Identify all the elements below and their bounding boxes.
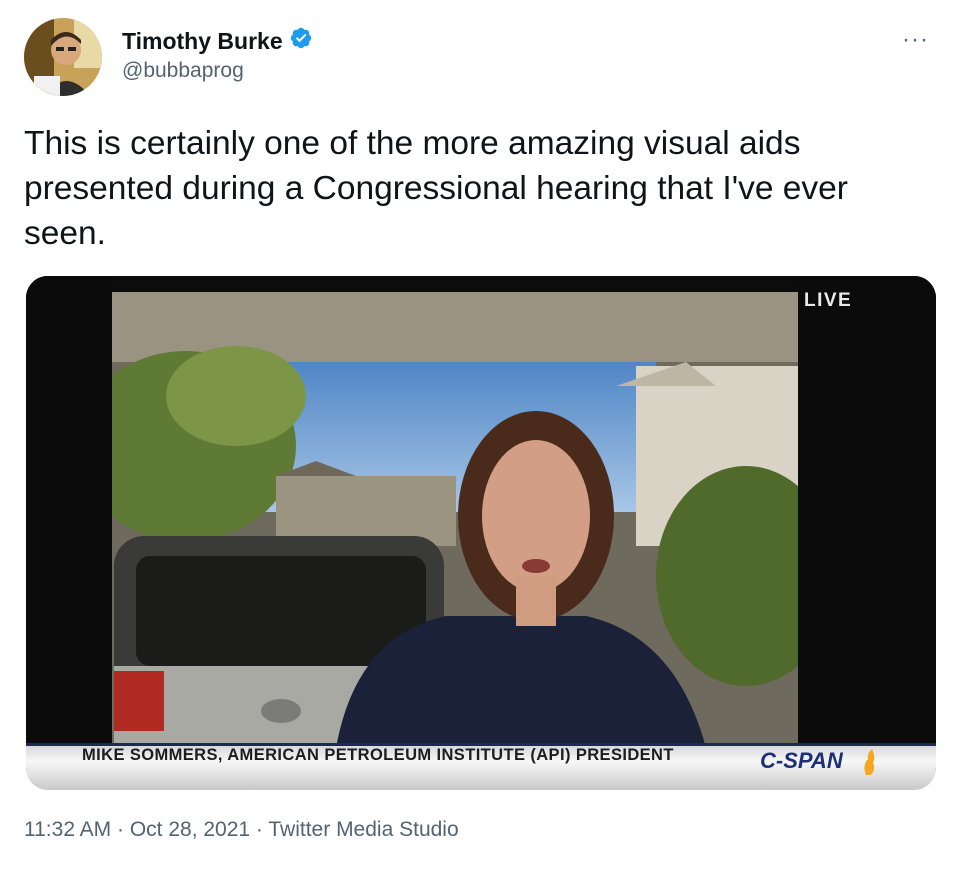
avatar-image <box>24 18 102 96</box>
author-name-row[interactable]: Timothy Burke <box>122 26 313 55</box>
more-options-icon[interactable]: ··· <box>902 28 929 52</box>
tweet-source: Twitter Media Studio <box>268 818 459 841</box>
avatar[interactable] <box>24 18 102 96</box>
tweet-date[interactable]: Oct 28, 2021 <box>130 818 250 841</box>
tweet-time[interactable]: 11:32 AM <box>24 818 111 841</box>
lower-third-caption: MIKE SOMMERS, AMERICAN PETROLEUM INSTITU… <box>82 746 674 764</box>
cspan-logo: C-SPAN <box>760 748 843 773</box>
meta-separator: · <box>111 818 130 841</box>
verified-badge-icon <box>289 26 313 55</box>
video-frame <box>26 276 936 788</box>
live-badge: LIVE <box>804 290 853 311</box>
video-player[interactable] <box>26 276 936 788</box>
author-handle[interactable]: @bubbaprog <box>122 58 244 84</box>
tweet-meta: 11:32 AM · Oct 28, 2021 · Twitter Media … <box>24 816 459 844</box>
meta-separator: · <box>250 818 269 841</box>
tweet-text: This is certainly one of the more amazin… <box>24 125 848 252</box>
cspan-flame-icon <box>862 749 876 775</box>
author-name[interactable]: Timothy Burke <box>122 27 283 55</box>
